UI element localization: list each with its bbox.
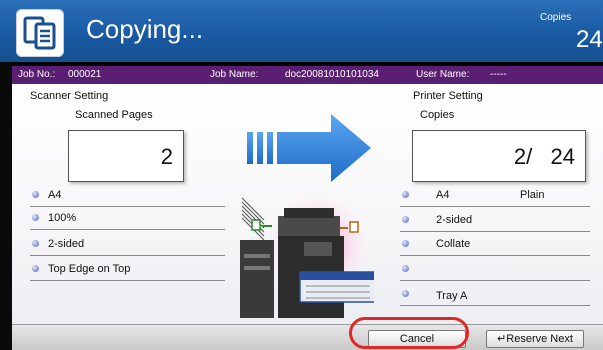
printer-setting-heading: Printer Setting <box>413 90 483 102</box>
bullet-icon <box>32 191 39 198</box>
bullet-icon <box>402 290 409 297</box>
reserve-next-button[interactable]: ↵Reserve Next <box>486 330 584 348</box>
header-bar: Copying... Copies 24 <box>0 0 603 62</box>
job-no-label: Job No.: <box>18 69 56 80</box>
bullet-icon <box>32 214 39 221</box>
printer-setting-row: Tray A <box>400 284 590 306</box>
scanner-setting-value: Top Edge on Top <box>48 263 131 275</box>
job-info-bar: Job No.: 000021 Job Name: doc20081010101… <box>12 66 603 84</box>
scanned-pages-value: 2 <box>160 144 173 169</box>
bullet-icon <box>32 240 39 247</box>
scanner-setting-value: 100% <box>48 212 77 224</box>
bullet-icon <box>402 240 409 247</box>
bullet-icon <box>402 265 409 272</box>
transfer-arrow-icon <box>245 112 373 189</box>
cancel-highlight-ring <box>349 317 469 349</box>
printer-setting-row: A4 Plain <box>400 185 590 207</box>
printer-setting-value: A4 <box>436 189 450 201</box>
printer-copies-label: Copies <box>420 109 455 121</box>
return-arrow-icon: ↵ <box>497 333 507 345</box>
scanned-pages-label: Scanned Pages <box>75 109 153 121</box>
printer-setting-value: Tray A <box>436 290 468 302</box>
printer-machine-icon <box>234 192 377 327</box>
copy-status-screen: Copying... Copies 24 Job No.: 000021 Job… <box>0 0 603 350</box>
job-no-value: 000021 <box>68 69 102 80</box>
printer-copies-box: 2/ 24 <box>412 130 586 182</box>
job-name-label: Job Name: <box>210 69 259 80</box>
action-bar: Cancel ↵Reserve Next <box>12 324 603 350</box>
scanner-setting-row: A4 <box>30 185 225 207</box>
scanner-setting-row: 100% <box>30 208 225 230</box>
printer-setting-value: 2-sided <box>436 214 473 226</box>
user-name-value: ----- <box>490 69 507 80</box>
copies-count: 24 <box>576 26 603 53</box>
scanner-setting-row: 2-sided <box>30 234 225 256</box>
status-panel: Scanner Setting Scanned Pages 2 A4 100% … <box>12 84 603 324</box>
printer-setting-value: Collate <box>436 238 471 250</box>
bullet-icon <box>402 191 409 198</box>
screen-title: Copying... <box>86 14 204 44</box>
printer-setting-extra: Plain <box>520 189 545 201</box>
scanner-setting-value: 2-sided <box>48 238 85 250</box>
scanner-setting-row: Top Edge on Top <box>30 259 225 281</box>
user-name-label: User Name: <box>416 69 470 80</box>
scanned-pages-box: 2 <box>68 130 184 182</box>
scanner-setting-heading: Scanner Setting <box>30 90 109 102</box>
printer-copies-value: 2/ 24 <box>513 144 575 169</box>
bullet-icon <box>402 216 409 223</box>
copies-label: Copies <box>540 12 572 23</box>
printer-setting-row <box>400 259 590 281</box>
printer-setting-row: Collate <box>400 234 590 256</box>
job-name-value: doc20081010101034 <box>285 69 379 80</box>
reserve-next-label: Reserve Next <box>506 333 573 345</box>
bullet-icon <box>32 265 39 272</box>
printer-setting-row: 2-sided <box>400 210 590 232</box>
scanner-setting-value: A4 <box>48 189 62 201</box>
left-edge <box>0 62 12 350</box>
copy-document-icon <box>16 9 64 57</box>
